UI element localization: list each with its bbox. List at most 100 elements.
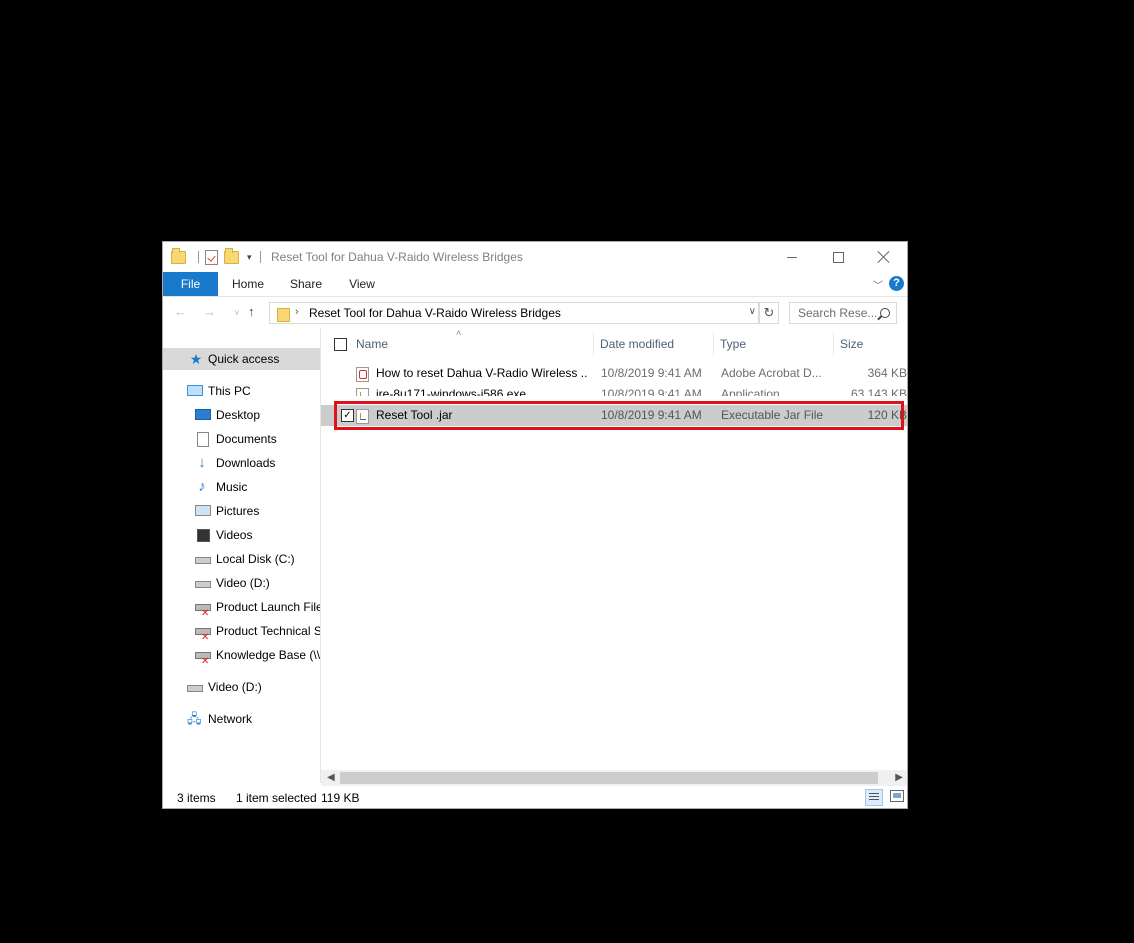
table-row[interactable]: How to reset Dahua V-Radio Wireless ... … bbox=[321, 363, 907, 384]
downloads-icon: ↓ bbox=[198, 454, 206, 471]
select-all-checkbox[interactable] bbox=[334, 338, 347, 351]
pdf-icon bbox=[356, 367, 369, 382]
tab-file[interactable]: File bbox=[163, 272, 218, 296]
sidebar-item-pictures[interactable]: Pictures bbox=[163, 500, 320, 522]
column-divider[interactable] bbox=[833, 333, 834, 355]
navigation-pane: ★ Quick access This PC Desktop Documents… bbox=[163, 328, 321, 783]
window-title: Reset Tool for Dahua V-Raido Wireless Br… bbox=[271, 250, 523, 264]
ribbon-tabs: File Home Share View ﹀ ? bbox=[163, 272, 907, 297]
forward-arrow-icon[interactable]: → bbox=[203, 304, 216, 319]
network-icon: 🖧 bbox=[187, 711, 202, 726]
java-icon bbox=[356, 388, 369, 396]
breadcrumb[interactable]: Reset Tool for Dahua V-Raido Wireless Br… bbox=[309, 306, 561, 320]
computer-icon bbox=[187, 385, 203, 396]
sidebar-item-this-pc[interactable]: This PC bbox=[163, 380, 320, 402]
refresh-icon: ↻ bbox=[763, 305, 775, 320]
sidebar-item-video-d-root[interactable]: Video (D:) bbox=[163, 676, 320, 698]
breadcrumb-chevron-icon[interactable]: › bbox=[295, 306, 299, 318]
highlight-annotation-box bbox=[334, 401, 904, 430]
sidebar-item-label: Product Technical S bbox=[216, 624, 321, 638]
file-size: 364 KB bbox=[867, 366, 907, 380]
column-header-name[interactable]: Name bbox=[356, 334, 388, 354]
file-name: How to reset Dahua V-Radio Wireless ... bbox=[376, 366, 588, 380]
sidebar-item-documents[interactable]: Documents bbox=[163, 428, 320, 450]
tab-home[interactable]: Home bbox=[223, 272, 273, 296]
sidebar-item-quick-access[interactable]: ★ Quick access bbox=[163, 348, 320, 370]
help-icon[interactable]: ? bbox=[889, 276, 904, 291]
sidebar-item-label: This PC bbox=[208, 384, 251, 398]
sidebar-item-label: Pictures bbox=[216, 504, 260, 518]
toolbar-separator bbox=[259, 251, 261, 263]
tab-view[interactable]: View bbox=[337, 272, 387, 296]
expand-ribbon-chevron-icon[interactable]: ﹀ bbox=[873, 277, 883, 292]
customize-toolbar-dropdown-icon[interactable]: ▾ bbox=[247, 252, 252, 263]
star-icon: ★ bbox=[189, 351, 203, 367]
scrollbar-thumb[interactable] bbox=[340, 772, 878, 784]
tab-share[interactable]: Share bbox=[281, 272, 331, 296]
file-type: Adobe Acrobat D... bbox=[721, 366, 822, 380]
sidebar-item-label: Documents bbox=[216, 432, 277, 446]
sidebar-item-downloads[interactable]: ↓ Downloads bbox=[163, 452, 320, 474]
address-bar[interactable]: › Reset Tool for Dahua V-Raido Wireless … bbox=[269, 302, 759, 324]
recent-locations-chevron-icon[interactable]: ∨ bbox=[234, 308, 240, 317]
address-row: ← → ∨ ↑ › Reset Tool for Dahua V-Raido W… bbox=[163, 298, 907, 328]
pictures-icon bbox=[195, 505, 211, 516]
table-row[interactable]: jre-8u171-windows-i586.exe 10/8/2019 9:4… bbox=[321, 384, 907, 396]
sidebar-item-video-d[interactable]: Video (D:) bbox=[163, 572, 320, 594]
large-icons-view-icon[interactable] bbox=[890, 790, 904, 802]
refresh-button[interactable]: ↻ bbox=[759, 302, 779, 324]
videos-icon bbox=[197, 529, 210, 542]
sidebar-item-label: Product Launch File bbox=[216, 600, 321, 614]
column-header-date-modified[interactable]: Date modified bbox=[600, 334, 674, 354]
sidebar-item-label: Videos bbox=[216, 528, 253, 542]
music-icon: ♪ bbox=[198, 478, 206, 495]
close-button[interactable] bbox=[861, 242, 907, 272]
sidebar-item-knowledge-base[interactable]: Knowledge Base (\\ bbox=[163, 644, 320, 673]
sidebar-item-videos[interactable]: Videos bbox=[163, 524, 320, 546]
network-drive-disconnected-icon bbox=[195, 651, 211, 673]
column-divider[interactable] bbox=[593, 333, 594, 355]
minimize-button[interactable] bbox=[769, 242, 815, 272]
close-icon bbox=[878, 251, 890, 263]
minimize-icon bbox=[787, 256, 797, 258]
folder-icon bbox=[277, 308, 290, 322]
disk-icon bbox=[195, 581, 211, 588]
sidebar-item-product-launch-file[interactable]: Product Launch File bbox=[163, 596, 321, 625]
file-list: ˄ Name Date modified Type Size How to re… bbox=[321, 328, 907, 773]
sidebar-item-music[interactable]: ♪ Music bbox=[163, 476, 320, 498]
scroll-left-arrow-icon[interactable]: ◀ bbox=[327, 772, 335, 783]
column-header-size[interactable]: Size bbox=[840, 334, 863, 354]
toolbar-separator bbox=[198, 251, 199, 263]
horizontal-scrollbar[interactable]: ◀ ▶ bbox=[321, 770, 907, 786]
documents-icon bbox=[197, 432, 209, 447]
title-bar[interactable]: ▾ Reset Tool for Dahua V-Raido Wireless … bbox=[163, 242, 907, 272]
address-dropdown-chevron-icon[interactable]: ∨ bbox=[749, 306, 756, 317]
sidebar-item-label: Music bbox=[216, 480, 248, 494]
up-arrow-icon[interactable]: ↑ bbox=[248, 304, 255, 319]
maximize-icon bbox=[832, 251, 844, 263]
sidebar-item-desktop[interactable]: Desktop bbox=[163, 404, 320, 426]
sidebar-item-network[interactable]: 🖧 Network bbox=[163, 708, 320, 730]
file-date: 10/8/2019 9:41 AM bbox=[601, 387, 702, 396]
column-header-type[interactable]: Type bbox=[720, 334, 746, 354]
folder-icon bbox=[171, 247, 186, 264]
back-arrow-icon[interactable]: ← bbox=[174, 304, 187, 319]
status-selected-count: 1 item selected bbox=[236, 791, 317, 805]
file-type: Application bbox=[721, 387, 780, 396]
column-divider[interactable] bbox=[713, 333, 714, 355]
status-bar: 3 items 1 item selected 119 KB bbox=[163, 787, 907, 809]
maximize-button[interactable] bbox=[815, 242, 861, 272]
new-folder-icon[interactable] bbox=[224, 247, 239, 264]
caption-buttons bbox=[769, 242, 907, 272]
sidebar-item-local-disk-c[interactable]: Local Disk (C:) bbox=[163, 548, 320, 570]
search-input[interactable]: Search Rese... bbox=[789, 302, 897, 324]
sidebar-item-label: Desktop bbox=[216, 408, 261, 422]
sort-ascending-icon: ˄ bbox=[456, 328, 462, 338]
sidebar-item-product-technical[interactable]: Product Technical S bbox=[163, 620, 321, 649]
status-selected-size: 119 KB bbox=[321, 791, 360, 805]
quick-access-toolbar: ▾ bbox=[171, 247, 267, 266]
scroll-right-arrow-icon[interactable]: ▶ bbox=[895, 772, 903, 783]
properties-icon[interactable] bbox=[205, 249, 218, 265]
details-view-icon[interactable] bbox=[865, 789, 883, 806]
sidebar-item-label: Video (D:) bbox=[208, 680, 262, 694]
